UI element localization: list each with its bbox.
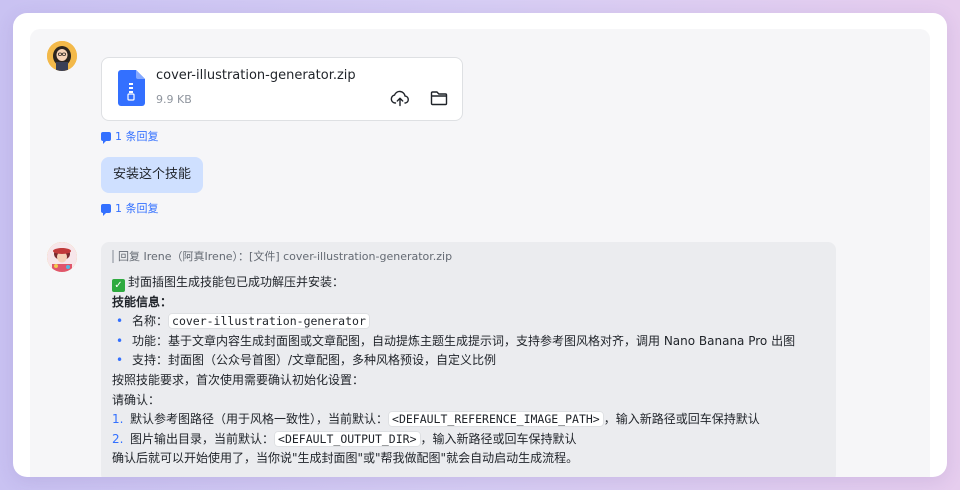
- bot-avatar[interactable]: [47, 242, 77, 272]
- confirm-item-1: 1. 默认参考图路径（用于风格一致性），当前默认： <DEFAULT_REFEREN…: [112, 410, 825, 430]
- item-text: ，输入新路径或回车保持默认: [603, 412, 760, 427]
- user-message-bubble: 安装这个技能: [101, 157, 204, 193]
- bullet-name: • 名称： cover-illustration-generator: [112, 312, 825, 332]
- file-size: 9.9 KB: [156, 93, 192, 106]
- bullet-dot: •: [116, 314, 124, 329]
- success-text: 封面插图生成技能包已成功解压并安装：: [128, 275, 345, 289]
- reference-path-code: <DEFAULT_REFERENCE_IMAGE_PATH>: [388, 411, 604, 428]
- success-line: ✓ 封面插图生成技能包已成功解压并安装：: [112, 273, 825, 293]
- item-text: 默认参考图路径（用于风格一致性），当前默认：: [130, 412, 389, 427]
- confirm-header: 请确认：: [112, 392, 161, 407]
- closing-line: 确认后就可以开始使用了，当你说"生成封面图"或"帮我做配图"就会自动启动生成流程…: [112, 451, 579, 466]
- confirm-item-2: 2. 图片输出目录，当前默认： <DEFAULT_OUTPUT_DIR> ，输入新路径…: [112, 430, 825, 450]
- function-text: 功能：基于文章内容生成封面图或文章配图，自动提炼主题生成提示词，支持参考图风格对…: [132, 333, 796, 348]
- item-text: ，输入新路径或回车保持默认: [420, 431, 577, 446]
- output-dir-code: <DEFAULT_OUTPUT_DIR>: [274, 430, 421, 447]
- skill-info-header: 技能信息：: [112, 294, 173, 309]
- folder-icon[interactable]: [429, 88, 449, 108]
- message-thread: cover-illustration-generator.zip 9.9 KB …: [30, 29, 930, 477]
- thread-reply-link[interactable]: 1 条回复: [101, 128, 159, 144]
- chat-window: cover-illustration-generator.zip 9.9 KB …: [13, 13, 947, 477]
- zip-file-icon: [118, 70, 145, 106]
- file-name[interactable]: cover-illustration-generator.zip: [156, 68, 356, 83]
- item-text: 图片输出目录，当前默认：: [130, 431, 275, 446]
- thread-reply-link[interactable]: 1 条回复: [101, 200, 159, 216]
- comment-icon: [101, 203, 111, 216]
- reply-count: 1 条回复: [115, 130, 159, 143]
- support-text: 支持：封面图（公众号首图）/文章配图，多种风格预设，自定义比例: [132, 353, 497, 368]
- skill-name-code: cover-illustration-generator: [168, 313, 370, 330]
- bullet-dot: •: [116, 333, 124, 348]
- user-avatar[interactable]: [47, 41, 77, 71]
- requirement-line: 按照技能要求，首次使用需要确认初始化设置：: [112, 372, 365, 387]
- bullet-support: • 支持：封面图（公众号首图）/文章配图，多种风格预设，自定义比例: [112, 351, 825, 371]
- bullet-dot: •: [116, 353, 124, 368]
- bullet-function: • 功能：基于文章内容生成封面图或文章配图，自动提炼主题生成提示词，支持参考图风格…: [112, 332, 825, 352]
- check-mark-icon: ✓: [112, 279, 125, 292]
- list-number: 1.: [112, 412, 124, 427]
- cloud-upload-icon[interactable]: [390, 88, 410, 108]
- comment-icon: [101, 131, 111, 144]
- bot-message-bubble: 回复 Irene（阿真Irene）：[文件] cover-illustratio…: [101, 242, 836, 477]
- name-label: 名称：: [132, 314, 169, 329]
- reply-quote[interactable]: 回复 Irene（阿真Irene）：[文件] cover-illustratio…: [112, 250, 825, 263]
- file-attachment-card[interactable]: cover-illustration-generator.zip 9.9 KB: [101, 57, 463, 121]
- list-number: 2.: [112, 431, 124, 446]
- reply-count: 1 条回复: [115, 202, 159, 215]
